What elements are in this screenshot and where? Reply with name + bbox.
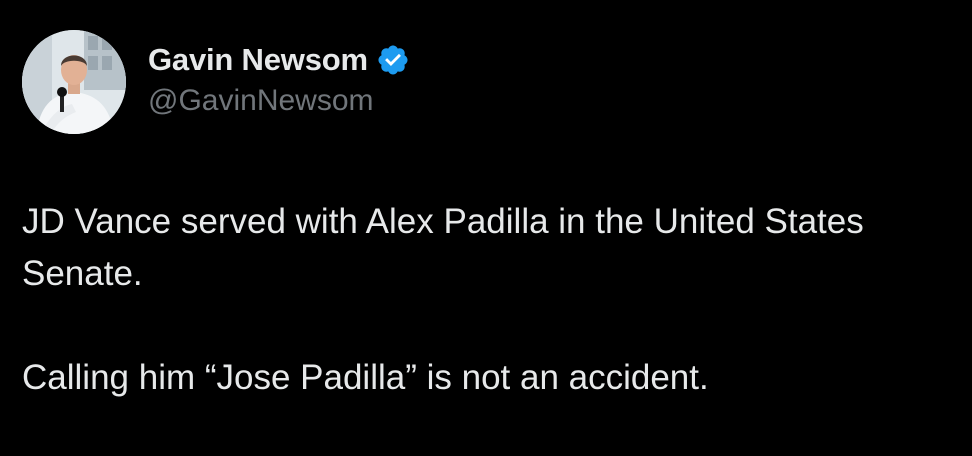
tweet-text-paragraph: Calling him “Jose Padilla” is not an acc…	[22, 358, 709, 397]
profile-photo-icon	[22, 30, 126, 134]
verified-badge-icon	[376, 43, 410, 77]
author-display-name[interactable]: Gavin Newsom	[148, 42, 368, 78]
tweet-text: JD Vance served with Alex Padilla in the…	[22, 196, 942, 404]
avatar[interactable]	[22, 30, 126, 134]
author-name-row: Gavin Newsom	[148, 38, 410, 82]
author-handle[interactable]: @GavinNewsom	[148, 84, 374, 118]
tweet-text-paragraph: JD Vance served with Alex Padilla in the…	[22, 202, 864, 293]
tweet-card[interactable]: Gavin Newsom @GavinNewsom JD Vance serve…	[0, 0, 972, 456]
